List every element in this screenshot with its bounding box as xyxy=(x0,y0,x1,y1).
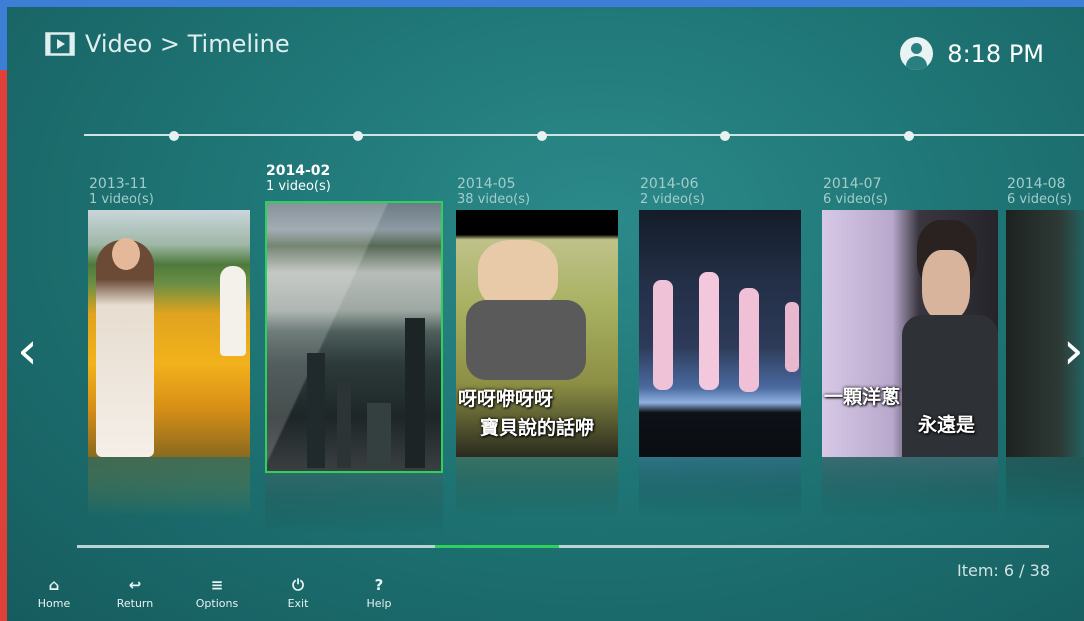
card-video-count: 2 video(s) xyxy=(640,192,705,207)
card-label: 2014-02 1 video(s) xyxy=(266,163,331,194)
video-thumbnail[interactable]: 一顆洋蔥 永遠是 xyxy=(822,210,998,457)
thumbnail-reflection xyxy=(639,457,801,517)
video-subtitle-line-2: 寶貝說的話咿 xyxy=(480,417,595,439)
chevron-left-icon[interactable]: ‹ xyxy=(17,325,38,377)
thumbnail-reflection xyxy=(265,473,443,533)
thumbnail-reflection xyxy=(1006,457,1084,517)
video-subtitle-line-2: 永遠是 xyxy=(918,414,976,436)
thumbnail-reflection xyxy=(88,457,250,517)
card-video-count: 6 video(s) xyxy=(1007,192,1072,207)
card-date: 2013-11 xyxy=(89,176,148,192)
exit-button[interactable]: ⏻ Exit xyxy=(268,575,328,610)
return-icon: ↩ xyxy=(128,576,142,594)
card-date: 2014-05 xyxy=(457,176,516,192)
scrollbar-track[interactable] xyxy=(77,545,1049,548)
thumbnail-reflection xyxy=(456,457,618,517)
timeline-marker[interactable] xyxy=(904,131,914,141)
card-label: 2014-07 6 video(s) xyxy=(823,176,888,207)
item-counter: Item: 6 / 38 xyxy=(957,561,1050,580)
chevron-right-icon[interactable]: › xyxy=(1063,325,1084,377)
return-label: Return xyxy=(116,597,154,610)
card-label: 2014-08 6 video(s) xyxy=(1007,176,1072,207)
page-title: Video > Timeline xyxy=(45,30,290,58)
card-video-count: 38 video(s) xyxy=(457,192,531,207)
timeline-card-2014-07[interactable]: 2014-07 6 video(s) 一顆洋蔥 永遠是 xyxy=(822,176,998,517)
card-label: 2014-06 2 video(s) xyxy=(640,176,705,207)
exit-label: Exit xyxy=(287,597,309,610)
user-avatar-icon[interactable] xyxy=(900,37,934,70)
card-date: 2014-02 xyxy=(266,163,331,179)
help-icon: ? xyxy=(374,576,384,594)
timeline-card-2014-06[interactable]: 2014-06 2 video(s) xyxy=(639,176,801,517)
card-date: 2014-07 xyxy=(823,176,882,192)
help-button[interactable]: ? Help xyxy=(349,575,409,610)
card-label: 2014-05 38 video(s) xyxy=(457,176,530,207)
options-button[interactable]: ≡ Options xyxy=(187,575,247,610)
card-label: 2013-11 1 video(s) xyxy=(89,176,154,207)
video-thumbnail[interactable] xyxy=(88,210,250,457)
home-label: Home xyxy=(37,597,71,610)
return-button[interactable]: ↩ Return xyxy=(105,575,165,610)
card-date: 2014-08 xyxy=(1007,176,1066,192)
timeline-marker[interactable] xyxy=(353,131,363,141)
timeline-card-2013-11[interactable]: 2013-11 1 video(s) xyxy=(88,176,250,517)
video-subtitle-line-1: 呀呀咿呀呀 xyxy=(458,388,554,410)
video-subtitle-line-1: 一顆洋蔥 xyxy=(824,386,901,408)
video-thumbnail[interactable]: 呀呀咿呀呀 寶貝說的話咿 xyxy=(456,210,618,457)
help-label: Help xyxy=(366,597,392,610)
status-area: 8:18 PM xyxy=(900,37,1044,70)
timeline-track xyxy=(84,134,1084,136)
scrollbar-thumb[interactable] xyxy=(435,545,559,548)
video-timeline-app: Video > Timeline 8:18 PM 2013-11 1 video… xyxy=(7,7,1084,621)
video-player-icon xyxy=(45,32,75,56)
timeline-marker[interactable] xyxy=(537,131,547,141)
card-video-count: 1 video(s) xyxy=(89,192,154,207)
clock-time: 8:18 PM xyxy=(947,39,1044,68)
home-icon: ⌂ xyxy=(48,576,60,594)
options-label: Options xyxy=(195,597,239,610)
card-date: 2014-06 xyxy=(640,176,699,192)
card-video-count: 6 video(s) xyxy=(823,192,888,207)
timeline-card-2014-05[interactable]: 2014-05 38 video(s) 呀呀咿呀呀 寶貝說的話咿 xyxy=(456,176,618,517)
thumbnail-reflection xyxy=(822,457,998,517)
video-thumbnail[interactable] xyxy=(639,210,801,457)
timeline-card-2014-02[interactable]: 2014-02 1 video(s) xyxy=(265,163,443,533)
power-icon: ⏻ xyxy=(292,576,304,594)
video-thumbnail[interactable] xyxy=(265,201,443,473)
breadcrumb: Video > Timeline xyxy=(85,30,290,58)
window-edge-strip xyxy=(0,70,7,621)
options-icon: ≡ xyxy=(210,576,224,594)
card-video-count: 1 video(s) xyxy=(266,179,331,194)
timeline-marker[interactable] xyxy=(169,131,179,141)
home-button[interactable]: ⌂ Home xyxy=(24,575,84,610)
timeline-marker[interactable] xyxy=(720,131,730,141)
